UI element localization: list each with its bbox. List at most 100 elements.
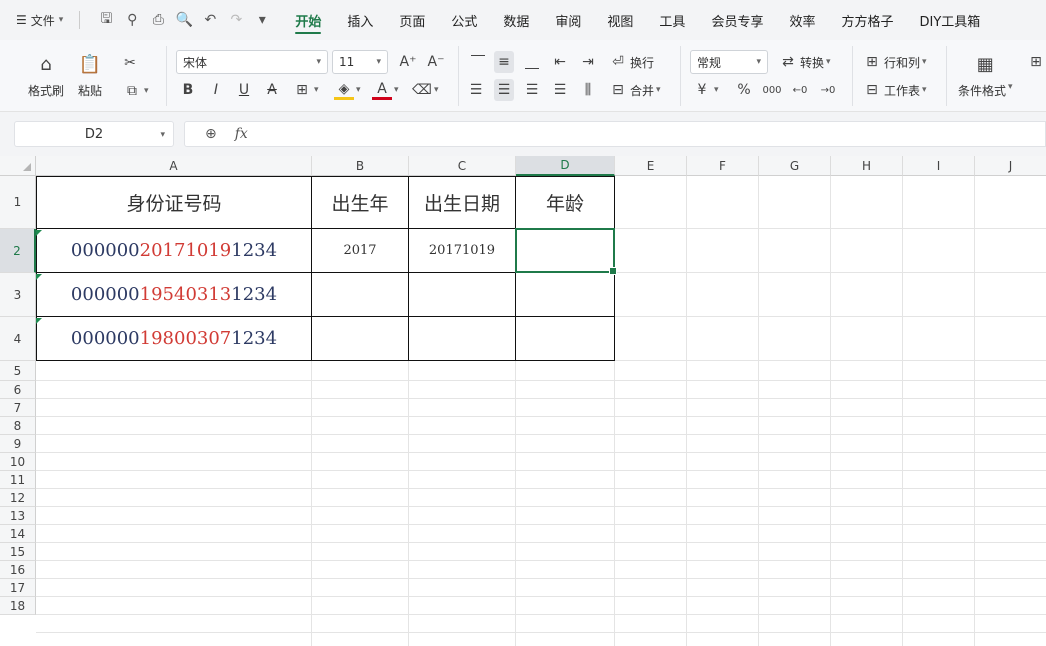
format-painter-button[interactable]: ⌂ 格式刷 [28,52,64,99]
align-center-button[interactable]: ☰ [494,79,514,101]
cell-c1[interactable]: 出生日期 [409,176,516,229]
row-header-3[interactable]: 3 [0,273,36,317]
borders-button[interactable]: ⊞ ▾ [292,79,318,101]
convert-button[interactable]: ⇄ 转换 ▾ [778,51,830,73]
tab-diy-toolbox[interactable]: DIY工具箱 [906,0,993,40]
row-header-11[interactable]: 11 [0,471,36,489]
cell-a1[interactable]: 身份证号码 [36,176,312,229]
cell-a3[interactable]: 000000 19540313 1234 [36,273,312,317]
tab-insert[interactable]: 插入 [334,0,386,40]
merge-button[interactable]: ⊟ 合并 ▾ [608,79,660,101]
align-right-button[interactable]: ☰ [522,79,542,101]
column-header-a[interactable]: A [36,156,312,176]
formula-input[interactable]: ⊕ fx [184,121,1046,147]
italic-button[interactable]: I [206,79,226,101]
fill-color-button[interactable]: ◈ ▾ [334,79,361,101]
thousands-button[interactable]: 000 [762,79,782,101]
column-header-f[interactable]: F [687,156,759,176]
tab-view[interactable]: 视图 [594,0,646,40]
align-left-button[interactable]: ☰ [466,79,486,101]
row-header-6[interactable]: 6 [0,381,36,399]
justify-button[interactable]: ☰ [550,79,570,101]
align-middle-button[interactable]: ≡ [494,51,514,73]
wrap-text-button[interactable]: ⏎ 换行 [608,51,654,73]
fx-icon[interactable]: fx [235,126,248,142]
cell-c4[interactable] [409,317,516,361]
row-header-9[interactable]: 9 [0,435,36,453]
tab-efficiency[interactable]: 效率 [776,0,828,40]
cell-b4[interactable] [312,317,409,361]
decrease-indent-button[interactable]: ⇤ [550,51,570,73]
print-preview-icon[interactable]: 🔍 [174,10,194,30]
conditional-format-button[interactable]: ▦ 条件格式 ▾ [958,52,1013,99]
increase-font-button[interactable]: A⁺ [398,51,418,73]
strikethrough-button[interactable]: A [262,79,282,101]
column-header-j[interactable]: J [975,156,1046,176]
number-format-select[interactable]: 常规 ▾ [690,50,768,74]
tab-home[interactable]: 开始 [282,0,334,40]
row-header-8[interactable]: 8 [0,417,36,435]
increase-decimal-button[interactable]: ←0 [790,79,810,101]
share-icon[interactable]: ⚲ [122,10,142,30]
cell-b2[interactable]: 2017 [312,229,409,273]
cut-button[interactable]: ✂ [120,52,140,74]
row-col-button[interactable]: ⊞ 行和列 ▾ [862,51,926,73]
paste-button[interactable]: 📋 粘贴 [78,52,102,99]
cell-a4[interactable]: 000000 19800307 1234 [36,317,312,361]
cell-d3[interactable] [516,273,615,317]
row-header-16[interactable]: 16 [0,561,36,579]
row-header-2[interactable]: 2 [0,229,36,273]
tab-data[interactable]: 数据 [490,0,542,40]
column-header-i[interactable]: I [903,156,975,176]
chevron-down-icon[interactable]: ▾ [252,10,272,30]
name-box[interactable]: D2 ▾ [14,121,174,147]
row-header-1[interactable]: 1 [0,176,36,229]
percent-button[interactable]: % [734,79,754,101]
column-header-h[interactable]: H [831,156,903,176]
font-color-button[interactable]: A ▾ [372,79,399,101]
column-header-e[interactable]: E [615,156,687,176]
row-header-14[interactable]: 14 [0,525,36,543]
cell-d1[interactable]: 年龄 [516,176,615,229]
cell-c3[interactable] [409,273,516,317]
zoom-icon[interactable]: ⊕ [205,126,217,142]
row-header-18[interactable]: 18 [0,597,36,615]
row-header-12[interactable]: 12 [0,489,36,507]
column-header-d[interactable]: D [516,156,615,176]
tab-page[interactable]: 页面 [386,0,438,40]
save-icon[interactable]: 🖫 [96,10,116,30]
tab-tools[interactable]: 工具 [646,0,698,40]
cell-c2[interactable]: 20171019 [409,229,516,273]
row-header-4[interactable]: 4 [0,317,36,361]
table-style-button[interactable]: ⊞ [1026,51,1046,73]
tab-review[interactable]: 审阅 [542,0,594,40]
column-header-c[interactable]: C [409,156,516,176]
print-icon[interactable]: ⎙ [148,10,168,30]
align-bottom-button[interactable]: ⎽ [522,51,542,73]
cell-d4[interactable] [516,317,615,361]
column-header-g[interactable]: G [759,156,831,176]
bold-button[interactable]: B [178,79,198,101]
row-header-10[interactable]: 10 [0,453,36,471]
font-name-select[interactable]: 宋体 ▾ [176,50,328,74]
copy-button[interactable]: ⧉ ▾ [122,80,149,102]
tab-formulas[interactable]: 公式 [438,0,490,40]
tab-member[interactable]: 会员专享 [698,0,776,40]
worksheet-button[interactable]: ⊟ 工作表 ▾ [862,79,926,101]
row-header-7[interactable]: 7 [0,399,36,417]
file-menu[interactable]: ☰ 文件 ▾ [0,0,73,40]
tab-ffgz[interactable]: 方方格子 [828,0,906,40]
underline-button[interactable]: U [234,79,254,101]
cell-a2[interactable]: 000000 20171019 1234 [36,229,312,273]
undo-icon[interactable]: ↶ [200,10,220,30]
cell-b1[interactable]: 出生年 [312,176,409,229]
row-header-13[interactable]: 13 [0,507,36,525]
distribute-button[interactable]: ⫼ [578,79,598,101]
select-all-corner[interactable] [0,156,36,176]
increase-indent-button[interactable]: ⇥ [578,51,598,73]
decrease-decimal-button[interactable]: →0 [818,79,838,101]
cell-b3[interactable] [312,273,409,317]
row-header-15[interactable]: 15 [0,543,36,561]
row-header-5[interactable]: 5 [0,361,36,381]
column-header-b[interactable]: B [312,156,409,176]
